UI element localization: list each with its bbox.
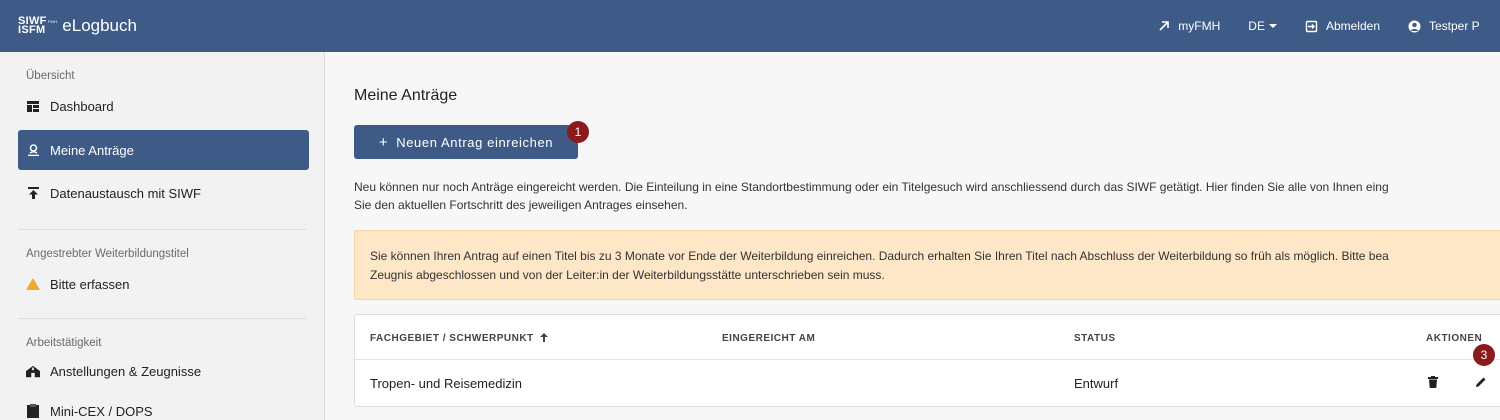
column-header-label: FACHGEBIET / SCHWERPUNKT [370,333,534,344]
annotation-marker-1: 1 [567,121,589,143]
intro-line: Neu können nur noch Anträge eingereicht … [354,180,1389,194]
sidebar-item-label: Bitte erfassen [50,276,130,292]
logout-icon [1305,20,1318,33]
warning-icon [26,278,40,290]
logout-link[interactable]: Abmelden [1305,19,1380,33]
sidebar-item-meine-antraege[interactable]: Meine Anträge [18,130,309,170]
app-name: eLogbuch [62,16,137,35]
logo-line2: ISFM [18,24,46,36]
main-content: Meine Anträge + Neuen Antrag einreichen … [326,52,1500,420]
page-title: Meine Anträge [354,87,458,104]
table-header: FACHGEBIET / SCHWERPUNKT EINGEREICHT AM … [355,315,1500,360]
myfmh-link[interactable]: myFMH [1158,19,1220,33]
sidebar-item-datenaustausch[interactable]: Datenaustausch mit SIWF [0,173,324,213]
new-application-button[interactable]: + Neuen Antrag einreichen [354,125,578,159]
brand[interactable]: SIWFFMH ISFM eLogbuch [18,16,137,36]
section-label-arbeitstaetigkeit: Arbeitstätigkeit [26,337,102,349]
language-label: DE [1248,19,1265,33]
column-header-eingereicht[interactable]: EINGEREICHT AM [722,333,815,344]
user-name: Testper P [1429,19,1480,33]
pencil-icon[interactable] [1475,376,1487,388]
sidebar-item-label: Datenaustausch mit SIWF [50,185,201,201]
top-nav: myFMH DE Abmelden Testper P [1158,0,1500,52]
section-label-weiterbildungstitel: Angestrebter Weiterbildungstitel [26,248,189,260]
notice-line: Zeugnis abgeschlossen und von der Leiter… [370,268,885,282]
sidebar-item-bitte-erfassen[interactable]: Bitte erfassen [0,264,324,304]
sidebar-item-mini-cex[interactable]: Mini-CEX / DOPS [0,391,324,420]
column-header-status[interactable]: STATUS [1074,333,1116,344]
info-notice: Sie können Ihren Antrag auf einen Titel … [354,230,1500,300]
annotation-marker-3: 3 [1473,344,1495,366]
sidebar-item-label: Anstellungen & Zeugnisse [50,363,202,379]
sidebar: Übersicht Dashboard Meine Anträge Datena… [0,52,325,420]
upload-icon [26,187,40,199]
new-application-label: Neuen Antrag einreichen [396,134,554,150]
cell-fachgebiet: Tropen- und Reisemedizin [370,376,522,391]
arrow-up-icon [539,333,548,342]
sidebar-item-dashboard[interactable]: Dashboard [0,86,324,126]
sidebar-item-label: Dashboard [50,98,114,114]
dashboard-icon [26,100,40,112]
notice-line: Sie können Ihren Antrag auf einen Titel … [370,249,1389,263]
logout-label: Abmelden [1325,19,1380,33]
sidebar-item-anstellungen[interactable]: Anstellungen & Zeugnisse [0,351,324,391]
external-link-icon [1158,20,1170,32]
chevron-down-icon [1268,24,1277,28]
plus-icon: + [378,133,389,151]
section-label-uebersicht: Übersicht [26,70,75,82]
sidebar-item-label: Meine Anträge [50,142,134,158]
cell-status: Entwurf [1074,376,1119,391]
sidebar-item-label: Mini-CEX / DOPS [50,403,153,419]
column-header-aktionen: AKTIONEN [1426,333,1483,344]
trash-icon[interactable] [1428,376,1438,388]
siwf-logo: SIWFFMH ISFM [18,16,58,36]
top-navbar: SIWFFMH ISFM eLogbuch myFMH DE Abmelden … [0,0,1500,52]
applications-table: FACHGEBIET / SCHWERPUNKT EINGEREICHT AM … [354,314,1500,407]
column-header-fachgebiet[interactable]: FACHGEBIET / SCHWERPUNKT [370,333,548,344]
language-dropdown[interactable]: DE [1248,19,1277,33]
intro-line: Sie den aktuellen Fortschritt des jeweil… [354,198,688,212]
signature-icon [26,144,40,156]
intro-text: Neu können nur noch Anträge eingereicht … [354,178,1500,214]
user-circle-icon [1408,20,1421,33]
user-menu[interactable]: Testper P [1408,19,1500,33]
logo-small-text: FMH [47,19,58,24]
clipboard-icon [26,404,40,418]
myfmh-label: myFMH [1178,19,1221,33]
table-row: Tropen- und Reisemedizin Entwurf [355,360,1500,406]
hospital-icon [26,365,40,378]
